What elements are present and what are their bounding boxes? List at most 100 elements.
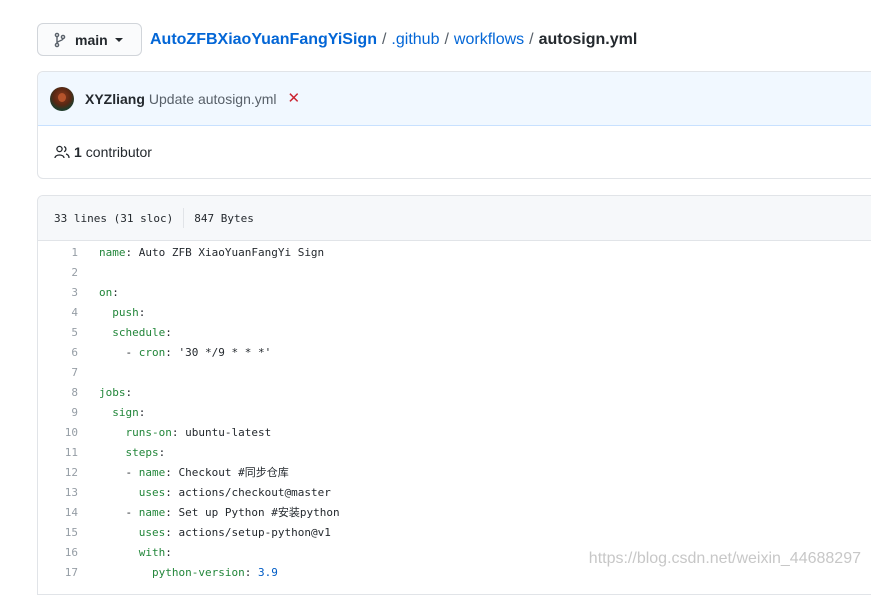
yaml-separator: : [112,286,119,299]
commit-message-link[interactable]: Update autosign.yml [149,91,277,107]
yaml-separator: : [172,426,185,439]
line-indent [99,546,139,559]
yaml-key: with [139,546,166,559]
code-line: 4 push: [38,302,871,322]
yaml-separator: : [165,346,178,359]
yaml-key: schedule [112,326,165,339]
yaml-key: uses [139,486,166,499]
code-line: 13 uses: actions/checkout@master [38,482,871,502]
line-indent [99,406,112,419]
file-size: 847 Bytes [194,212,254,225]
breadcrumb: AutoZFBXiaoYuanFangYiSign / .github / wo… [150,31,637,49]
contributors-row[interactable]: 1 contributor [38,126,871,178]
breadcrumb-repo-link[interactable]: AutoZFBXiaoYuanFangYiSign [150,31,377,49]
yaml-value: Checkout #同步仓库 [179,466,289,479]
code-line: 14 - name: Set up Python #安装python [38,502,871,522]
breadcrumb-separator: / [382,31,386,49]
line-number[interactable]: 10 [38,426,78,439]
yaml-separator: : [165,326,172,339]
line-number[interactable]: 15 [38,526,78,539]
line-content: - name: Set up Python #安装python [78,504,340,520]
yaml-key: name [139,506,166,519]
file-content-box: 33 lines (31 sloc) 847 Bytes 1name: Auto… [37,195,871,595]
branch-name: main [75,32,108,48]
yaml-separator: : [245,566,258,579]
yaml-key: name [139,466,166,479]
line-number[interactable]: 6 [38,346,78,359]
git-branch-icon [54,32,66,48]
yaml-separator: : [139,406,146,419]
yaml-key: python-version [152,566,245,579]
file-info-divider [183,208,184,228]
code-line: 5 schedule: [38,322,871,342]
line-number[interactable]: 9 [38,406,78,419]
code-line: 6 - cron: '30 */9 * * *' [38,342,871,362]
line-content: - cron: '30 */9 * * *' [78,346,271,359]
code-line: 15 uses: actions/setup-python@v1 [38,522,871,542]
yaml-separator: : [165,526,178,539]
code-line: 11 steps: [38,442,871,462]
commit-author-link[interactable]: XYZliang [85,91,145,107]
line-number[interactable]: 1 [38,246,78,259]
line-content: with: [78,546,172,559]
breadcrumb-github-link[interactable]: .github [391,31,439,49]
line-content: runs-on: ubuntu-latest [78,426,271,439]
line-number[interactable]: 13 [38,486,78,499]
commit-header: XYZliang Update autosign.yml ✕ [38,72,871,126]
yaml-key: uses [139,526,166,539]
breadcrumb-separator: / [444,31,448,49]
code-line: 12 - name: Checkout #同步仓库 [38,462,871,482]
line-number[interactable]: 2 [38,266,78,279]
file-navigation: main AutoZFBXiaoYuanFangYiSign / .github… [37,23,637,56]
breadcrumb-current-file: autosign.yml [539,31,638,49]
yaml-key: steps [126,446,159,459]
yaml-key: name [99,246,126,259]
yaml-separator: : [165,546,172,559]
line-number[interactable]: 17 [38,566,78,579]
line-indent [99,526,139,539]
line-content: uses: actions/checkout@master [78,486,331,499]
line-indent: - [99,466,139,479]
line-indent: - [99,506,139,519]
line-content: on: [78,286,119,299]
breadcrumb-workflows-link[interactable]: workflows [454,31,524,49]
yaml-value: '30 */9 * * *' [179,346,272,359]
line-content: schedule: [78,326,172,339]
line-indent [99,566,152,579]
yaml-key: cron [139,346,166,359]
yaml-value: actions/setup-python@v1 [179,526,331,539]
yaml-key: sign [112,406,139,419]
yaml-separator: : [159,446,166,459]
file-line-count: 33 lines (31 sloc) [54,212,173,225]
line-content: steps: [78,446,165,459]
yaml-separator: : [126,246,139,259]
yaml-key: push [112,306,139,319]
line-number[interactable]: 14 [38,506,78,519]
yaml-separator: : [165,506,178,519]
line-indent [99,306,112,319]
code-line: 9 sign: [38,402,871,422]
line-number[interactable]: 11 [38,446,78,459]
line-indent [99,446,126,459]
code-line: 8jobs: [38,382,871,402]
line-number[interactable]: 8 [38,386,78,399]
line-content: name: Auto ZFB XiaoYuanFangYi Sign [78,246,324,259]
code-line: 3on: [38,282,871,302]
yaml-separator: : [126,386,133,399]
code-line: 1name: Auto ZFB XiaoYuanFangYi Sign [38,242,871,262]
x-icon[interactable]: ✕ [288,91,301,106]
line-number[interactable]: 7 [38,366,78,379]
yaml-value: 3.9 [258,566,278,579]
avatar[interactable] [50,87,74,111]
file-info-header: 33 lines (31 sloc) 847 Bytes [38,196,871,241]
line-number[interactable]: 4 [38,306,78,319]
branch-select-button[interactable]: main [37,23,142,56]
yaml-value: Set up Python #安装python [179,506,340,519]
line-number[interactable]: 16 [38,546,78,559]
contributor-label: contributor [86,144,152,160]
line-number[interactable]: 5 [38,326,78,339]
chevron-down-icon [115,38,123,42]
line-number[interactable]: 3 [38,286,78,299]
line-number[interactable]: 12 [38,466,78,479]
breadcrumb-separator: / [529,31,533,49]
